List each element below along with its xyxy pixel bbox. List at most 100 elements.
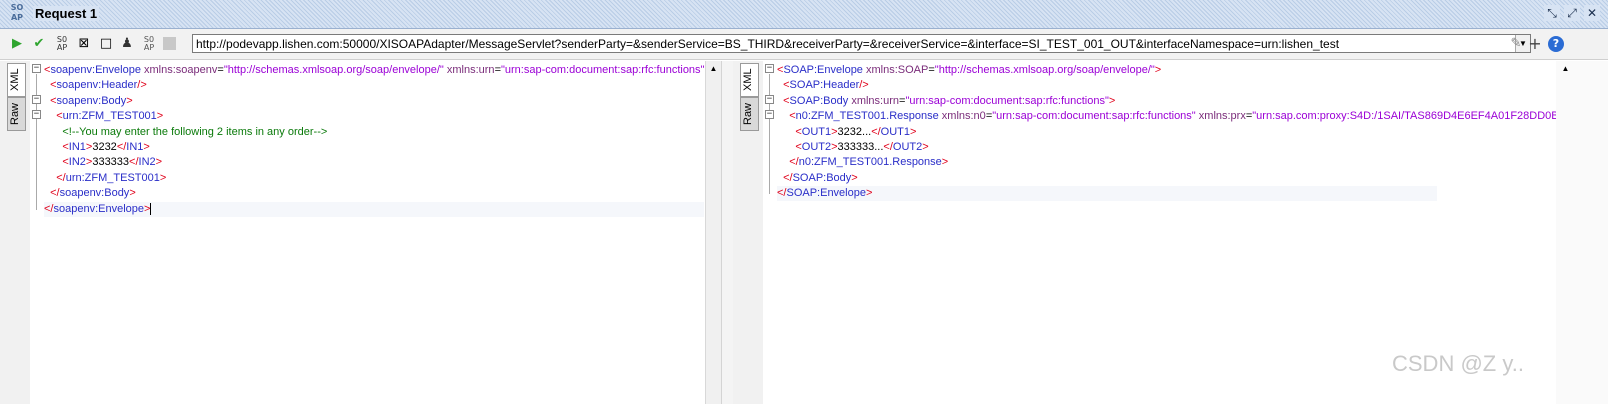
text-cursor — [150, 202, 152, 215]
format-icon[interactable]: S0 AP — [54, 36, 70, 52]
code-token: 3232 — [92, 141, 117, 153]
code-token: </ — [777, 171, 793, 184]
detach-icon[interactable]: ⤢ — [1564, 5, 1580, 21]
code-token: soapenv:Header — [56, 79, 138, 92]
code-token: > — [143, 141, 150, 153]
soap-logo-icon: SO AP — [10, 3, 24, 22]
code-token: "http://schemas.xmlsoap.org/soap/envelop… — [934, 64, 1155, 76]
code-token: SOAP:Envelope — [783, 64, 866, 76]
code-token: > — [126, 94, 133, 107]
code-line: <urn:ZFM_TEST001> — [44, 109, 163, 124]
tab-xml[interactable]: XML — [7, 63, 26, 97]
response-scrollbar[interactable]: ▲ — [1556, 61, 1608, 404]
fold-toggle-icon[interactable]: − — [765, 95, 774, 104]
code-token: < — [44, 110, 63, 123]
code-line: </urn:ZFM_TEST001> — [44, 171, 166, 186]
code-line: <SOAP:Envelope xmlns:SOAP="http://schema… — [777, 63, 1161, 78]
code-token: /> — [137, 79, 147, 92]
code-line: <OUT1>3232...</OUT1> — [777, 125, 916, 140]
code-token: "urn:sap-com:document:sap:rfc:functions" — [992, 110, 1196, 123]
fold-toggle-icon[interactable]: − — [32, 64, 41, 73]
code-token: < — [777, 94, 790, 107]
code-token: urn:ZFM_TEST001 — [65, 171, 160, 184]
fold-toggle-icon[interactable]: − — [32, 95, 41, 104]
tab-raw[interactable]: Raw — [740, 97, 759, 131]
code-line: </SOAP:Envelope> — [777, 186, 872, 201]
code-token: OUT2 — [801, 141, 832, 153]
code-token: n0:ZFM_TEST001.Response — [795, 110, 942, 123]
restore-icon[interactable]: ⤡ — [1544, 5, 1560, 21]
code-token: > — [155, 156, 163, 169]
code-token: > — [156, 110, 164, 123]
endpoint-url-text: http://podevapp.lishen.com:50000/XISOAPA… — [196, 37, 1340, 51]
title-bar: SO AP Request 1 ⤡ ⤢ ✕ — [0, 0, 1608, 29]
code-token: < — [44, 141, 69, 153]
fold-toggle-icon[interactable]: − — [32, 110, 41, 119]
fold-toggle-icon[interactable]: − — [765, 110, 774, 119]
code-token: > — [851, 171, 858, 184]
close-icon[interactable]: ✕ — [1584, 5, 1600, 21]
tab-xml[interactable]: XML — [740, 63, 759, 97]
scroll-up-icon[interactable]: ▲ — [1558, 61, 1573, 76]
code-token: "urn:sap-com:document:sap:rfc:functions" — [905, 94, 1109, 107]
auth-icon[interactable]: S0 AP — [141, 36, 157, 52]
code-line: </SOAP:Body> — [777, 171, 858, 186]
code-token: xmlns:urn — [443, 64, 495, 76]
code-token: > — [1108, 94, 1116, 107]
request-xml-editor[interactable]: <soapenv:Envelope xmlns:soapenv="http://… — [44, 61, 705, 404]
code-line: <SOAP:Header/> — [777, 78, 869, 93]
code-token: 333333... — [837, 141, 884, 153]
code-token: < — [777, 141, 802, 153]
code-token: > — [1154, 64, 1162, 76]
code-line: <soapenv:Envelope xmlns:soapenv="http://… — [44, 63, 705, 78]
code-token: </ — [129, 156, 139, 169]
code-token: n0:ZFM_TEST001.Response — [798, 156, 942, 169]
request-panel: XML Raw − − − <soapenv:Envelope xmlns:so… — [0, 61, 721, 404]
fullscreen-icon[interactable]: ⊠ — [76, 36, 92, 52]
scroll-up-icon[interactable]: ▲ — [706, 61, 721, 76]
endpoint-url-field[interactable]: http://podevapp.lishen.com:50000/XISOAPA… — [192, 34, 1531, 53]
code-token: < — [44, 79, 57, 92]
code-token: > — [910, 125, 917, 138]
add-endpoint-icon[interactable]: + — [1527, 36, 1543, 52]
code-token: urn:ZFM_TEST001 — [62, 110, 157, 123]
code-token: </ — [44, 187, 60, 200]
fold-toggle-icon[interactable]: − — [765, 64, 774, 73]
code-token: > — [865, 187, 873, 200]
code-line: </soapenv:Body> — [44, 186, 136, 201]
tab-raw[interactable]: Raw — [7, 97, 26, 131]
disabled-icon — [163, 37, 176, 50]
code-token: IN2 — [138, 156, 156, 169]
code-token: < — [777, 125, 802, 138]
code-token: < — [777, 79, 790, 92]
code-token: SOAP:Body — [789, 94, 852, 107]
code-line: <soapenv:Body> — [44, 94, 133, 109]
watermark: CSDN @Z y.. — [1392, 351, 1524, 376]
fold-gutter: − − − — [30, 61, 43, 404]
code-token: "urn:sap.com:proxy:S4D:/1SAI/TAS869D4E6E… — [1252, 110, 1556, 123]
code-line: <OUT2>333333...</OUT2> — [777, 140, 928, 155]
stop-icon[interactable]: □ — [98, 36, 114, 52]
code-token: 333333 — [92, 156, 130, 169]
code-line: <IN1>3232</IN1> — [44, 140, 150, 155]
code-token: </ — [44, 171, 66, 184]
code-token: soapenv:Body — [56, 94, 127, 107]
validate-icon[interactable]: ✔ — [31, 36, 47, 52]
edit-endpoint-icon[interactable]: ✎ — [1508, 36, 1524, 52]
code-token: </ — [883, 141, 893, 153]
code-token: </ — [871, 125, 881, 138]
code-token: <!--You may enter the following 2 items … — [44, 125, 328, 138]
user-icon[interactable]: ♟ — [119, 36, 135, 52]
code-token: xmlns:n0 — [941, 110, 986, 123]
help-icon[interactable]: ? — [1548, 36, 1564, 52]
code-token: > — [129, 187, 136, 200]
toolbar: ▶ ✔ S0 AP ⊠ □ ♟ S0 AP http://podevapp.lish… — [0, 29, 1608, 60]
run-icon[interactable]: ▶ — [9, 36, 25, 52]
code-line: <soapenv:Header/> — [44, 78, 147, 93]
code-token: < — [777, 110, 796, 123]
code-token: > — [159, 171, 167, 184]
code-line: <SOAP:Body xmlns:urn="urn:sap-com:docume… — [777, 94, 1115, 109]
code-token: < — [44, 94, 57, 107]
request-scrollbar[interactable]: ▲ — [705, 61, 721, 404]
code-token: SOAP:Header — [789, 79, 860, 92]
